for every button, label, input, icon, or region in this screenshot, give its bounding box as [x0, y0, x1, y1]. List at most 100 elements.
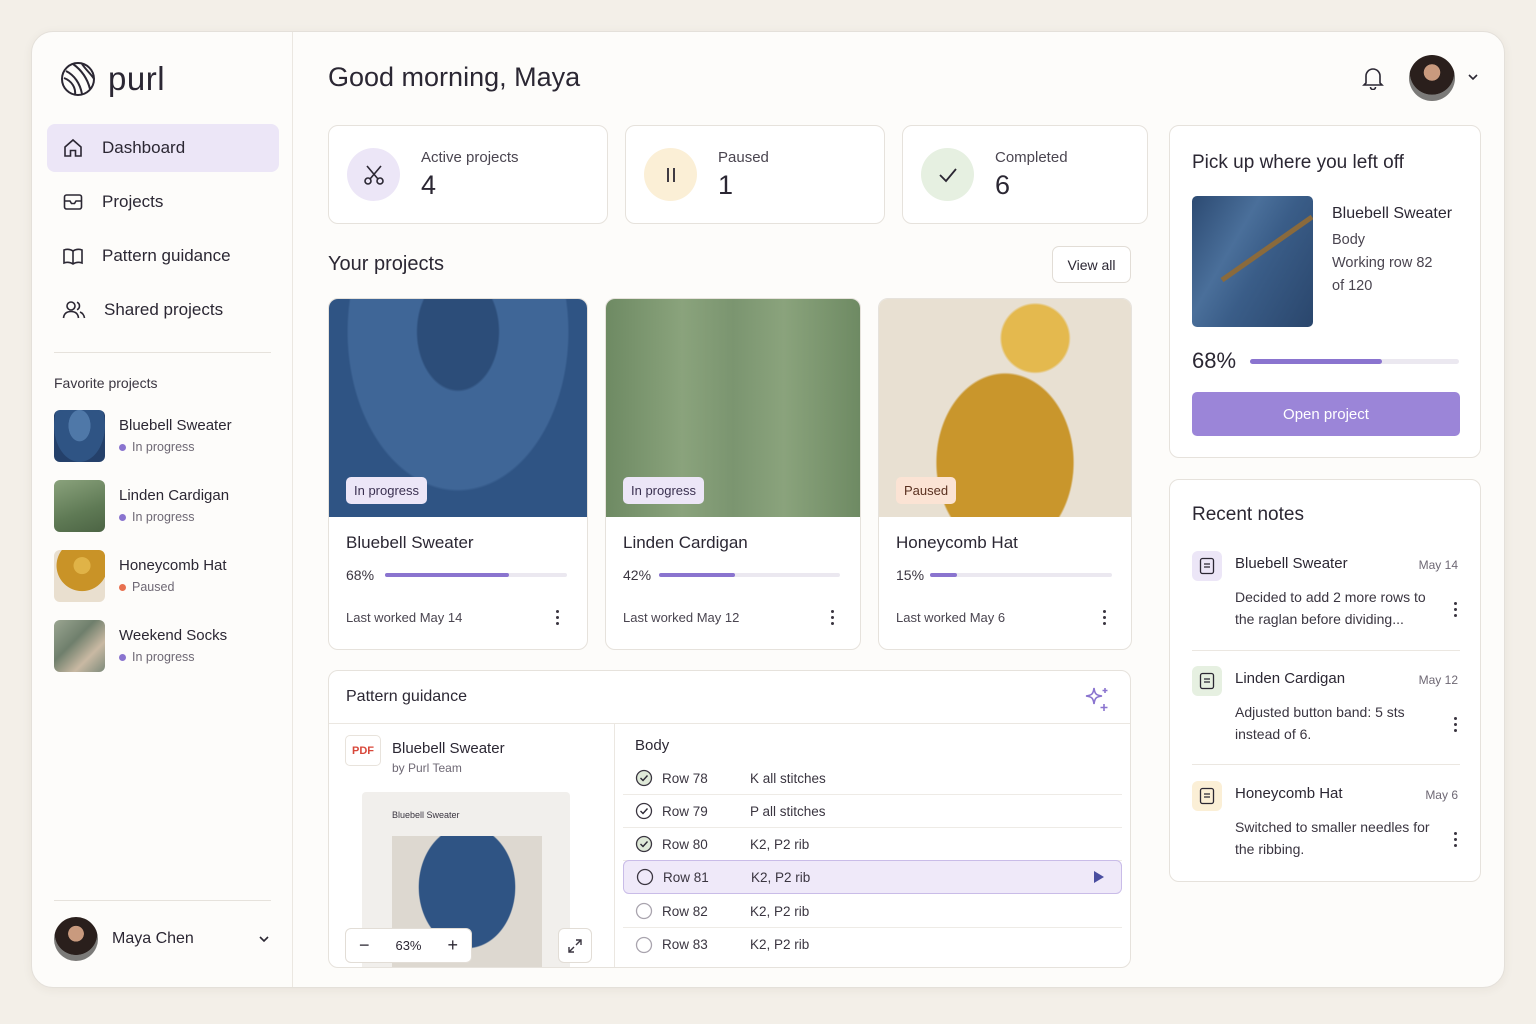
pattern-guidance-panel: Pattern guidance PDF Bluebell Sweater by… — [328, 670, 1131, 968]
user-menu[interactable]: Maya Chen — [54, 917, 271, 961]
status-dot — [119, 443, 126, 451]
project-card[interactable]: In progress Bluebell Sweater 68% Last wo… — [328, 298, 588, 650]
note-item[interactable]: Honeycomb Hat May 6 Switched to smaller … — [1192, 781, 1460, 871]
row-instruction: K2, P2 rib — [750, 836, 810, 852]
pattern-row-current[interactable]: Row 81 K2, P2 rib — [623, 860, 1122, 894]
project-thumbnail — [54, 619, 105, 672]
last-worked: Last worked May 14 — [346, 610, 463, 625]
scissors-icon — [363, 164, 384, 185]
pattern-row[interactable]: Row 80 K2, P2 rib — [623, 828, 1122, 861]
row-instruction: P all stitches — [750, 803, 826, 819]
empty-circle-icon[interactable] — [635, 902, 653, 920]
status-dot — [119, 513, 126, 521]
app-name: purl — [108, 60, 166, 97]
checked-circle-icon[interactable] — [635, 835, 653, 853]
play-icon[interactable] — [1093, 870, 1105, 884]
favorite-item[interactable]: Honeycomb Hat Paused — [54, 549, 232, 602]
note-icon-box — [1192, 551, 1222, 581]
pattern-row[interactable]: Row 79 P all stitches — [623, 795, 1122, 828]
yarn-ball-icon — [61, 62, 95, 96]
check-icon — [938, 167, 957, 182]
page-title: Good morning, Maya — [328, 62, 581, 92]
note-item[interactable]: Linden Cardigan May 12 Adjusted button b… — [1192, 666, 1460, 771]
bell-icon[interactable] — [1362, 66, 1384, 90]
row-instruction: K2, P2 rib — [751, 869, 811, 885]
pattern-row[interactable]: Row 78 K all stitches — [623, 762, 1122, 795]
zoom-out-button[interactable]: − — [359, 935, 370, 956]
note-icon — [1199, 787, 1215, 805]
favorite-item[interactable]: Bluebell Sweater In progress — [54, 409, 232, 462]
card-title: Pick up where you left off — [1192, 152, 1404, 173]
favorite-item[interactable]: Linden Cardigan In progress — [54, 479, 232, 532]
nav-label: Projects — [102, 192, 164, 211]
note-icon-box — [1192, 666, 1222, 696]
status-badge: In progress — [623, 477, 705, 504]
stat-card-active: Active projects 4 — [328, 125, 608, 224]
chevron-down-icon[interactable] — [1466, 70, 1480, 84]
note-date: May 14 — [1418, 558, 1458, 572]
note-divider — [1192, 650, 1460, 651]
zoom-in-button[interactable]: + — [447, 935, 458, 956]
view-all-button[interactable]: View all — [1052, 246, 1131, 283]
checked-circle-icon[interactable] — [635, 802, 653, 820]
more-options-icon[interactable] — [556, 610, 559, 625]
favorites-title: Favorite projects — [54, 375, 158, 391]
project-card[interactable]: Paused Honeycomb Hat 15% Last worked May… — [878, 298, 1132, 650]
nav-shared-projects[interactable]: Shared projects — [47, 286, 279, 334]
nav-dashboard[interactable]: Dashboard — [47, 124, 279, 172]
pattern-row[interactable]: Row 83 K2, P2 rib — [623, 928, 1122, 961]
project-name: Linden Cardigan — [623, 533, 748, 552]
more-options-icon[interactable] — [1454, 717, 1457, 732]
pickup-image — [1192, 196, 1313, 327]
pickup-section: Body — [1332, 232, 1366, 248]
pattern-row[interactable]: Row 82 K2, P2 rib — [623, 895, 1122, 928]
note-icon — [1199, 672, 1215, 690]
document-author: by Purl Team — [392, 761, 462, 775]
favorite-name: Weekend Socks — [119, 627, 228, 644]
status-dot — [119, 653, 126, 661]
pickup-card: Pick up where you left off Bluebell Swea… — [1169, 125, 1481, 458]
favorite-status: In progress — [119, 440, 232, 454]
logo[interactable]: purl — [60, 60, 165, 98]
empty-circle-icon[interactable] — [636, 868, 654, 886]
checked-circle-icon[interactable] — [635, 769, 653, 787]
progress-fill — [1250, 359, 1383, 364]
row-label: Row 81 — [663, 869, 709, 885]
project-percent: 15% — [896, 567, 925, 583]
pattern-section: Body — [635, 737, 670, 754]
progress-bar — [1250, 359, 1459, 364]
nav-pattern-guidance[interactable]: Pattern guidance — [47, 232, 279, 280]
favorite-name: Honeycomb Hat — [119, 557, 227, 574]
pattern-document: PDF Bluebell Sweater by Purl Team Bluebe… — [329, 724, 615, 967]
expand-button[interactable] — [558, 928, 592, 963]
stat-card-paused: Paused 1 — [625, 125, 885, 224]
stat-value: 4 — [421, 169, 437, 200]
nav-projects[interactable]: Projects — [47, 178, 279, 226]
project-thumbnail — [54, 409, 105, 462]
favorite-item[interactable]: Weekend Socks In progress — [54, 619, 232, 672]
row-instruction: K2, P2 rib — [750, 903, 810, 919]
favorite-status: In progress — [119, 650, 227, 664]
profile-avatar[interactable] — [1409, 55, 1455, 101]
document-title: Bluebell Sweater — [392, 740, 505, 757]
project-card[interactable]: In progress Linden Cardigan 42% Last wor… — [605, 298, 861, 650]
more-options-icon[interactable] — [1454, 832, 1457, 847]
project-name: Bluebell Sweater — [346, 533, 474, 552]
stat-icon-circle — [921, 148, 974, 201]
row-label: Row 82 — [662, 903, 708, 919]
more-options-icon[interactable] — [831, 610, 834, 625]
more-options-icon[interactable] — [1103, 610, 1106, 625]
status-badge: In progress — [346, 477, 428, 504]
pickup-row-total: of 120 — [1332, 278, 1373, 294]
more-options-icon[interactable] — [1454, 602, 1457, 617]
projects-title: Your projects — [328, 253, 444, 275]
note-text: Adjusted button band: 5 sts instead of 6… — [1235, 704, 1405, 742]
note-date: May 12 — [1418, 673, 1458, 687]
pickup-row: Working row 82 — [1332, 255, 1433, 271]
sparkle-icon[interactable] — [1082, 684, 1112, 714]
empty-circle-icon[interactable] — [635, 936, 653, 954]
row-instruction: K2, P2 rib — [750, 937, 810, 952]
note-text: Decided to add 2 more rows to the raglan… — [1235, 589, 1426, 627]
note-item[interactable]: Bluebell Sweater May 14 Decided to add 2… — [1192, 551, 1460, 656]
open-project-button[interactable]: Open project — [1192, 392, 1460, 436]
